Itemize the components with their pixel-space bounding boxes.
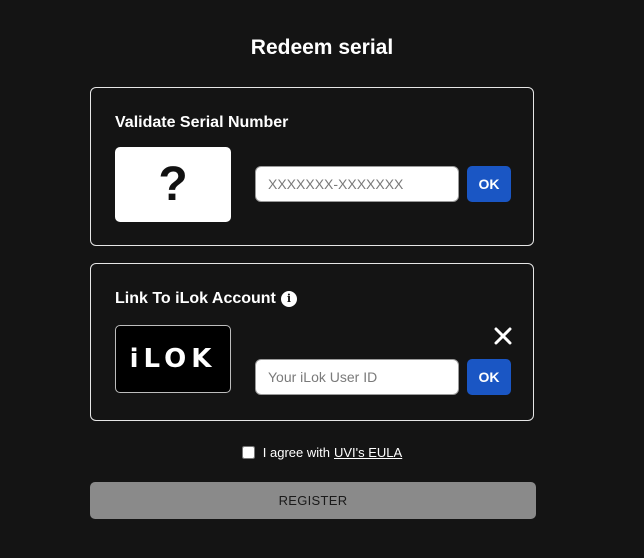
info-icon[interactable]: i xyxy=(281,291,297,307)
serial-placeholder-image: ? xyxy=(115,147,231,222)
close-icon[interactable] xyxy=(492,325,514,347)
serial-number-input[interactable] xyxy=(255,166,459,202)
eula-row: I agree with UVI's EULA xyxy=(0,445,644,460)
ilok-panel-title: Link To iLok Account xyxy=(115,290,276,307)
validate-serial-title: Validate Serial Number xyxy=(115,114,289,131)
question-mark-icon: ? xyxy=(158,158,188,211)
ilok-account-panel: Link To iLok Account i iLOK OK xyxy=(90,263,534,421)
validate-serial-panel: Validate Serial Number ? OK xyxy=(90,87,534,246)
eula-prefix-text: I agree with xyxy=(262,445,330,460)
eula-link[interactable]: UVI's EULA xyxy=(334,445,402,460)
ilok-ok-button[interactable]: OK xyxy=(467,359,511,395)
page-title: Redeem serial xyxy=(250,36,394,59)
serial-ok-button[interactable]: OK xyxy=(467,166,511,202)
redeem-page: Redeem serial Validate Serial Number ? O… xyxy=(0,0,644,558)
ilok-logo-box: iLOK xyxy=(115,325,231,393)
ilok-logo: iLOK xyxy=(129,344,217,374)
register-button[interactable]: REGISTER xyxy=(90,482,536,519)
eula-checkbox[interactable] xyxy=(241,446,255,459)
ilok-user-id-input[interactable] xyxy=(255,359,459,395)
